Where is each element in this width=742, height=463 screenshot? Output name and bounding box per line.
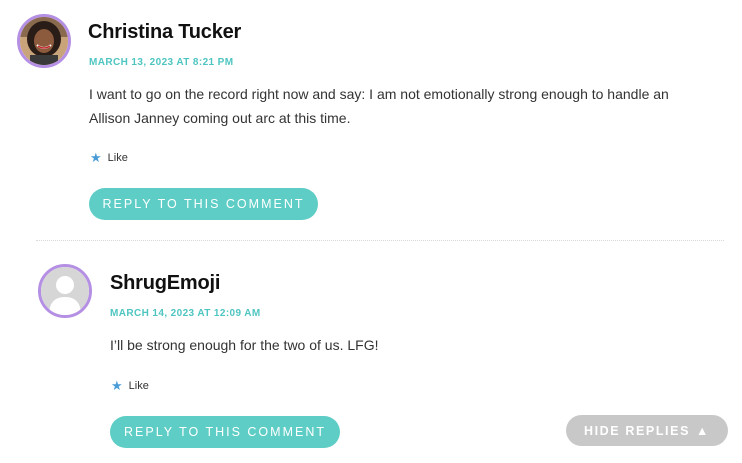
comment-date[interactable]: MARCH 13, 2023 AT 8:21 PM xyxy=(89,57,234,68)
avatar-shrugemoji[interactable] xyxy=(38,264,92,318)
like-label: Like xyxy=(128,379,149,392)
comment-date[interactable]: MARCH 14, 2023 AT 12:09 AM xyxy=(110,308,261,319)
like-label: Like xyxy=(107,151,128,164)
comment-body: I’ll be strong enough for the two of us.… xyxy=(110,337,379,353)
star-icon: ★ xyxy=(90,150,102,165)
default-user-icon xyxy=(41,267,89,315)
comment-body: I want to go on the record right now and… xyxy=(89,86,669,126)
avatar-christina-tucker[interactable] xyxy=(17,14,71,68)
hide-replies-button[interactable]: HIDE REPLIES ▲ xyxy=(566,415,728,446)
hide-replies-label: HIDE REPLIES xyxy=(583,423,691,438)
user-photo-icon xyxy=(20,17,68,65)
comment-author: ShrugEmoji xyxy=(110,272,221,294)
like-button[interactable]: ★ Like xyxy=(90,151,128,164)
like-button[interactable]: ★ Like xyxy=(111,379,149,392)
star-icon: ★ xyxy=(111,378,123,393)
comment-author: Christina Tucker xyxy=(88,21,242,43)
triangle-up-icon: ▲ xyxy=(696,423,710,438)
comment-divider xyxy=(36,240,724,241)
reply-button[interactable]: REPLY TO THIS COMMENT xyxy=(110,416,340,448)
reply-button[interactable]: REPLY TO THIS COMMENT xyxy=(89,188,318,220)
